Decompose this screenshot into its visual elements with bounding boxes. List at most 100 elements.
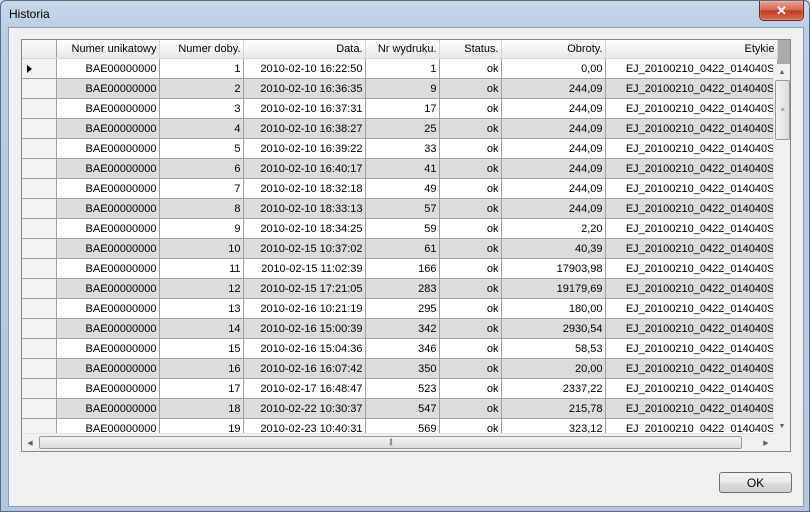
table-cell[interactable]: 2010-02-22 10:30:37 <box>243 398 366 419</box>
table-cell[interactable]: 2010-02-10 16:36:35 <box>243 78 366 99</box>
table-cell[interactable]: 244,09 <box>501 198 606 219</box>
table-row[interactable]: BAE00000000 10 2010-02-15 10:37:02 61 ok 40,3… <box>22 238 778 259</box>
table-row[interactable]: BAE00000000 12 2010-02-15 17:21:05 283 ok 191… <box>22 278 778 299</box>
table-cell[interactable]: 10 <box>159 238 244 259</box>
column-header[interactable]: Nr wydruku. <box>365 40 440 59</box>
table-cell[interactable]: 8 <box>159 198 244 219</box>
table-cell[interactable]: 6 <box>159 158 244 179</box>
row-header[interactable] <box>22 258 57 279</box>
table-cell[interactable]: EJ_20100210_0422_014040S <box>605 378 778 399</box>
table-cell[interactable]: ok <box>439 138 502 159</box>
table-cell[interactable]: 244,09 <box>501 178 606 199</box>
table-cell[interactable]: BAE00000000 <box>56 78 160 99</box>
table-cell[interactable]: 17 <box>159 378 244 399</box>
table-cell[interactable]: ok <box>439 338 502 359</box>
horizontal-scroll-thumb[interactable]: ||| <box>39 436 742 449</box>
table-cell[interactable]: BAE00000000 <box>56 358 160 379</box>
table-cell[interactable]: 2010-02-17 16:48:47 <box>243 378 366 399</box>
table-cell[interactable]: 2010-02-10 16:38:27 <box>243 118 366 139</box>
table-row[interactable]: BAE00000000 1 2010-02-10 16:22:50 1 ok 0,00 EJ… <box>22 58 778 79</box>
table-cell[interactable]: 15 <box>159 338 244 359</box>
table-cell[interactable]: 2010-02-10 16:39:22 <box>243 138 366 159</box>
table-cell[interactable]: EJ_20100210_0422_014040S <box>605 178 778 199</box>
table-cell[interactable]: 58,53 <box>501 338 606 359</box>
table-cell[interactable]: 2010-02-10 18:32:18 <box>243 178 366 199</box>
table-cell[interactable]: 215,78 <box>501 398 606 419</box>
table-row[interactable]: BAE00000000 18 2010-02-22 10:30:37 547 ok 215… <box>22 398 778 419</box>
row-header[interactable] <box>22 278 57 299</box>
table-cell[interactable]: 17903,98 <box>501 258 606 279</box>
table-row[interactable]: BAE00000000 13 2010-02-16 10:21:19 295 ok 180… <box>22 298 778 319</box>
table-cell[interactable]: 4 <box>159 118 244 139</box>
table-cell[interactable]: ok <box>439 318 502 339</box>
table-cell[interactable]: 12 <box>159 278 244 299</box>
table-cell[interactable]: ok <box>439 178 502 199</box>
table-cell[interactable]: EJ_20100210_0422_014040S <box>605 58 778 79</box>
table-cell[interactable]: ok <box>439 258 502 279</box>
title-bar[interactable]: Historia ✕ <box>1 1 809 27</box>
row-header[interactable] <box>22 318 57 339</box>
row-header[interactable] <box>22 298 57 319</box>
ok-button[interactable]: OK <box>719 472 792 493</box>
table-cell[interactable]: EJ_20100210_0422_014040S <box>605 158 778 179</box>
vertical-scroll-thumb[interactable]: ≡ <box>775 80 790 140</box>
table-cell[interactable]: BAE00000000 <box>56 378 160 399</box>
table-cell[interactable]: EJ_20100210_0422_014040S <box>605 338 778 359</box>
table-row[interactable]: BAE00000000 8 2010-02-10 18:33:13 57 ok 244,0… <box>22 198 778 219</box>
table-cell[interactable]: ok <box>439 358 502 379</box>
table-cell[interactable]: 61 <box>365 238 440 259</box>
scroll-left-icon[interactable]: ◀ <box>22 434 38 451</box>
table-cell[interactable]: 2010-02-16 15:04:36 <box>243 338 366 359</box>
table-cell[interactable]: 346 <box>365 338 440 359</box>
table-cell[interactable]: 13 <box>159 298 244 319</box>
table-cell[interactable]: 19179,69 <box>501 278 606 299</box>
table-cell[interactable]: 33 <box>365 138 440 159</box>
scroll-down-icon[interactable]: ▼ <box>774 418 790 434</box>
row-header[interactable] <box>22 58 57 79</box>
table-cell[interactable]: BAE00000000 <box>56 98 160 119</box>
table-cell[interactable]: EJ_20100210_0422_014040S <box>605 298 778 319</box>
table-cell[interactable]: 9 <box>365 78 440 99</box>
table-cell[interactable]: BAE00000000 <box>56 398 160 419</box>
row-header[interactable] <box>22 398 57 419</box>
table-cell[interactable]: 17 <box>365 98 440 119</box>
row-header-corner[interactable] <box>22 40 57 59</box>
table-cell[interactable]: 57 <box>365 198 440 219</box>
table-cell[interactable]: 2010-02-16 16:07:42 <box>243 358 366 379</box>
table-cell[interactable]: BAE00000000 <box>56 198 160 219</box>
table-cell[interactable]: ok <box>439 118 502 139</box>
scroll-right-icon[interactable]: ▶ <box>758 434 774 451</box>
table-cell[interactable]: EJ_20100210_0422_014040S <box>605 138 778 159</box>
table-cell[interactable]: EJ_20100210_0422_014040S <box>605 218 778 239</box>
table-cell[interactable]: BAE00000000 <box>56 318 160 339</box>
row-header[interactable] <box>22 178 57 199</box>
column-header[interactable]: Numer doby. <box>159 40 244 59</box>
table-cell[interactable]: ok <box>439 378 502 399</box>
row-header[interactable] <box>22 218 57 239</box>
table-cell[interactable]: ok <box>439 398 502 419</box>
row-header[interactable] <box>22 98 57 119</box>
table-cell[interactable]: 9 <box>159 218 244 239</box>
table-row[interactable]: BAE00000000 5 2010-02-10 16:39:22 33 ok 244,0… <box>22 138 778 159</box>
column-header[interactable]: Obroty. <box>501 40 606 59</box>
row-header[interactable] <box>22 338 57 359</box>
table-row[interactable]: BAE00000000 6 2010-02-10 16:40:17 41 ok 244,0… <box>22 158 778 179</box>
table-cell[interactable]: EJ_20100210_0422_014040S <box>605 318 778 339</box>
table-cell[interactable]: ok <box>439 278 502 299</box>
table-cell[interactable]: 2010-02-16 15:00:39 <box>243 318 366 339</box>
table-cell[interactable]: ok <box>439 238 502 259</box>
table-cell[interactable]: 350 <box>365 358 440 379</box>
row-header[interactable] <box>22 78 57 99</box>
table-cell[interactable]: ok <box>439 218 502 239</box>
table-cell[interactable]: 2930,54 <box>501 318 606 339</box>
table-row[interactable]: BAE00000000 2 2010-02-10 16:36:35 9 ok 244,09… <box>22 78 778 99</box>
table-cell[interactable]: 18 <box>159 398 244 419</box>
table-row[interactable]: BAE00000000 17 2010-02-17 16:48:47 523 ok 233… <box>22 378 778 399</box>
table-cell[interactable]: EJ_20100210_0422_014040S <box>605 278 778 299</box>
table-cell[interactable]: 295 <box>365 298 440 319</box>
table-cell[interactable]: ok <box>439 78 502 99</box>
table-cell[interactable]: 2010-02-15 10:37:02 <box>243 238 366 259</box>
table-cell[interactable]: 244,09 <box>501 98 606 119</box>
row-header[interactable] <box>22 198 57 219</box>
table-cell[interactable]: BAE00000000 <box>56 238 160 259</box>
